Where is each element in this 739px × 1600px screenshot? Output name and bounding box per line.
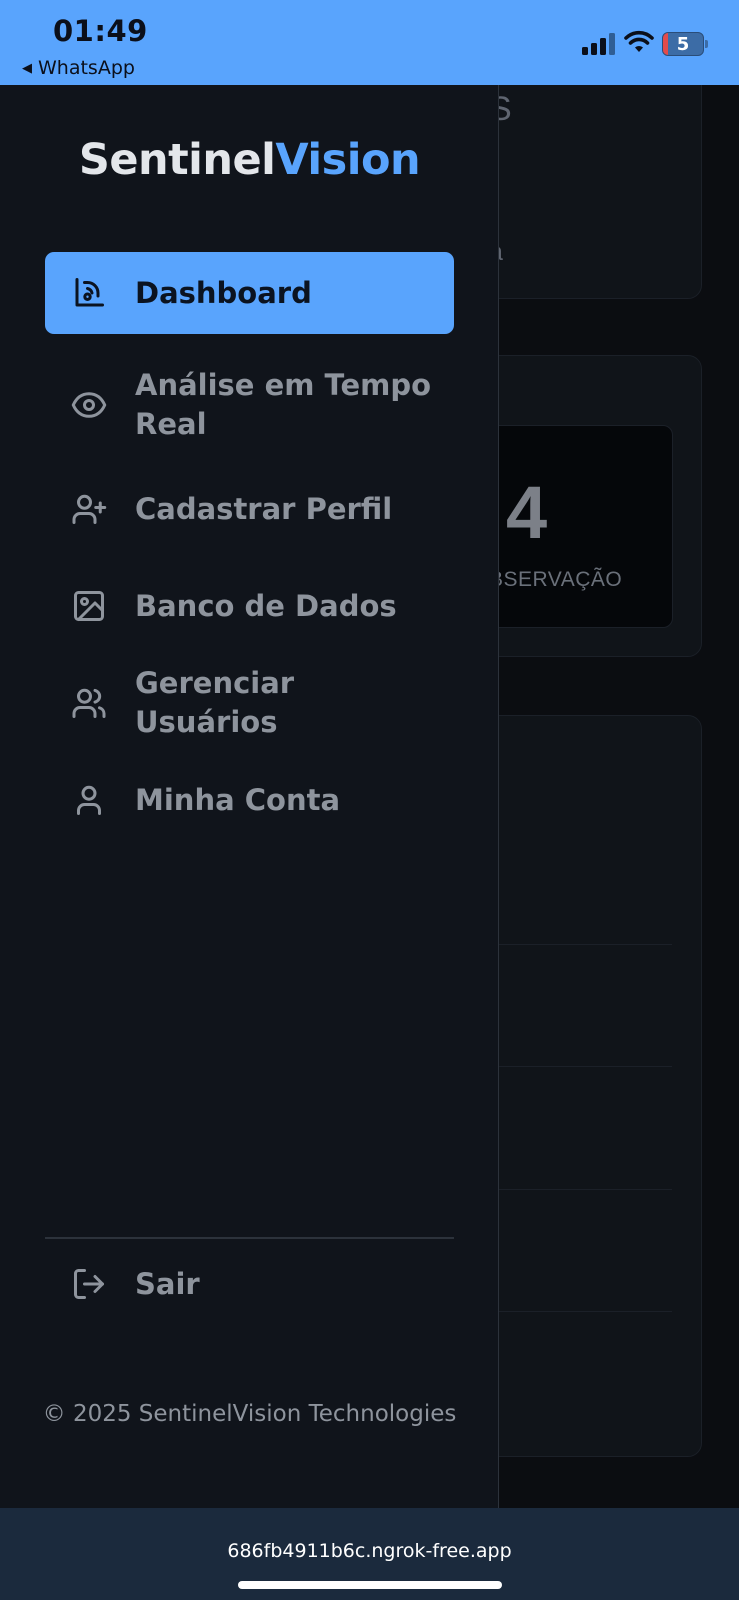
copyright-text: © 2025 SentinelVision Technologies: [42, 1401, 457, 1427]
battery-icon: 5: [662, 32, 708, 56]
background-subtitle-fragment: a: [499, 238, 503, 267]
nav-label-register-profile: Cadastrar Perfil: [135, 491, 393, 526]
status-time: 01:49: [53, 14, 148, 48]
side-drawer: SentinelVision Dashboard Análise em Temp…: [0, 85, 499, 1508]
wifi-icon: [624, 30, 654, 52]
home-indicator[interactable]: [238, 1581, 502, 1589]
background-list-card: [499, 715, 702, 1457]
back-app-label: WhatsApp: [38, 57, 135, 79]
nav-item-my-account[interactable]: Minha Conta: [45, 769, 454, 831]
background-card: [499, 85, 702, 299]
nav-label-my-account: Minha Conta: [135, 782, 341, 817]
nav-item-database[interactable]: Banco de Dados: [45, 575, 454, 637]
logout-icon: [70, 1265, 108, 1303]
signal-icon: [582, 33, 615, 55]
battery-level: 5: [676, 33, 690, 55]
back-to-app-link[interactable]: ◀ WhatsApp: [22, 57, 135, 79]
nav-label-dashboard: Dashboard: [135, 275, 312, 310]
background-stat-label: BSERVAÇÃO: [499, 568, 623, 591]
background-divider: [499, 1066, 672, 1067]
background-divider: [499, 1311, 672, 1312]
nav-label-database: Banco de Dados: [135, 588, 397, 623]
nav-item-register-profile[interactable]: Cadastrar Perfil: [45, 478, 454, 540]
nav-label-manage-users: Gerenciar Usuários: [135, 666, 295, 739]
browser-url-bar[interactable]: 686fb4911b6c.ngrok-free.app: [0, 1508, 739, 1600]
nav-item-realtime-analysis[interactable]: Análise em Tempo Real: [45, 363, 454, 447]
url-text[interactable]: 686fb4911b6c.ngrok-free.app: [0, 1540, 739, 1562]
brand-logo: SentinelVision: [78, 135, 421, 185]
nav-item-dashboard[interactable]: Dashboard: [45, 252, 454, 334]
background-divider: [499, 1189, 672, 1190]
users-icon: [70, 684, 108, 722]
drawer-divider: [45, 1237, 454, 1239]
user-icon: [70, 781, 108, 819]
background-dashboard: S a 4 BSERVAÇÃO: [499, 85, 739, 1508]
dashboard-icon: [70, 274, 108, 312]
status-bar: 01:49 ◀ WhatsApp 5: [0, 0, 739, 85]
background-stat-value: 4: [506, 471, 548, 554]
nav-label-realtime-analysis: Análise em Tempo Real: [135, 368, 432, 441]
user-plus-icon: [70, 490, 108, 528]
image-icon: [70, 587, 108, 625]
logout-label: Sair: [135, 1266, 200, 1301]
logout-button[interactable]: Sair: [45, 1253, 454, 1315]
eye-icon: [70, 386, 108, 424]
background-title-fragment: S: [499, 90, 512, 128]
back-triangle-icon: ◀: [22, 60, 32, 76]
nav-item-manage-users[interactable]: Gerenciar Usuários: [45, 666, 454, 739]
background-divider: [499, 944, 672, 945]
